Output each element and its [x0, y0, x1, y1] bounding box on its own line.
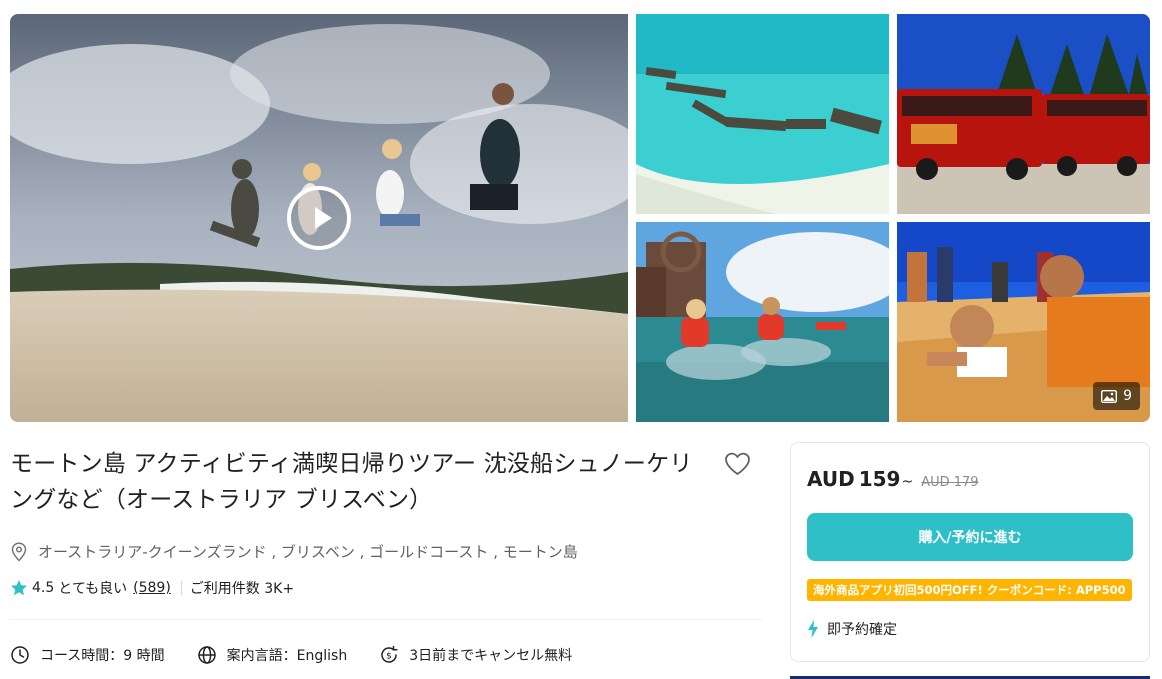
duration-item: コース時間：9 時間: [10, 645, 165, 665]
rating-label: とても良い: [58, 581, 128, 597]
photo-count-badge[interactable]: 9: [1093, 382, 1140, 410]
dune-jump-photo[interactable]: [10, 14, 628, 422]
shipwreck-aerial-photo[interactable]: [636, 14, 889, 214]
language-text: 案内言語：English: [226, 648, 348, 664]
section-divider: [10, 619, 762, 620]
page-title: モートン島 アクティビティ満喫日帰りツアー 沈没船シュノーケリングなど（オースト…: [10, 451, 693, 513]
star-icon: [11, 580, 27, 596]
cancel-item: $ 3日前までキャンセル無料: [379, 645, 572, 665]
sandboarding-photo[interactable]: 9: [897, 222, 1150, 422]
language-item: 案内言語：English: [197, 645, 348, 665]
divider: [180, 581, 182, 595]
instant-confirmation: 即予約確定: [807, 619, 897, 639]
photo-gallery: 9: [10, 14, 1150, 422]
refund-icon: $: [381, 645, 398, 663]
price-amount: 159: [858, 467, 901, 491]
clock-icon: [11, 646, 29, 664]
photo-count: 9: [1123, 388, 1132, 404]
price: AUD 159 ~ AUD 179: [807, 467, 979, 491]
price-currency: AUD: [807, 467, 855, 491]
promo-badge: 海外商品アプリ初回500円OFF! クーポンコード: APP500: [807, 579, 1132, 601]
info-row: コース時間：9 時間 案内言語：English $ 3日前までキャンセル無料: [10, 645, 604, 665]
play-video-button[interactable]: [287, 186, 351, 250]
buy-button[interactable]: 購入/予約に進む: [807, 513, 1133, 561]
rating-score: 4.5: [32, 580, 55, 596]
heart-icon[interactable]: [724, 452, 751, 476]
rating-row: 4.5 とても良い (589) ご利用件数 3K+: [10, 578, 294, 598]
booking-card: AUD 159 ~ AUD 179 購入/予約に進む 海外商品アプリ初回500円…: [790, 442, 1150, 662]
play-icon: [315, 207, 332, 229]
location-text[interactable]: オーストラリア-クイーンズランド , ブリスベン , ゴールドコースト , モー…: [38, 541, 578, 562]
location-pin-icon: [11, 541, 27, 562]
lightning-icon: [808, 620, 818, 638]
instant-label: 即予約確定: [827, 622, 897, 638]
kayak-photo[interactable]: [636, 222, 889, 422]
location-row: オーストラリア-クイーンズランド , ブリスベン , ゴールドコースト , モー…: [10, 541, 578, 562]
globe-icon: [197, 646, 216, 664]
old-price: AUD 179: [921, 475, 979, 490]
booked-count: ご利用件数 3K+: [189, 581, 295, 597]
cancel-text: 3日前までキャンセル無料: [409, 648, 573, 664]
safari-bus-photo[interactable]: [897, 14, 1150, 214]
price-tilde: ~: [901, 474, 914, 490]
duration-text: コース時間：9 時間: [40, 648, 165, 664]
review-count-link[interactable]: (589): [133, 580, 171, 596]
svg-text:$: $: [386, 652, 392, 662]
image-icon: [1101, 389, 1118, 403]
